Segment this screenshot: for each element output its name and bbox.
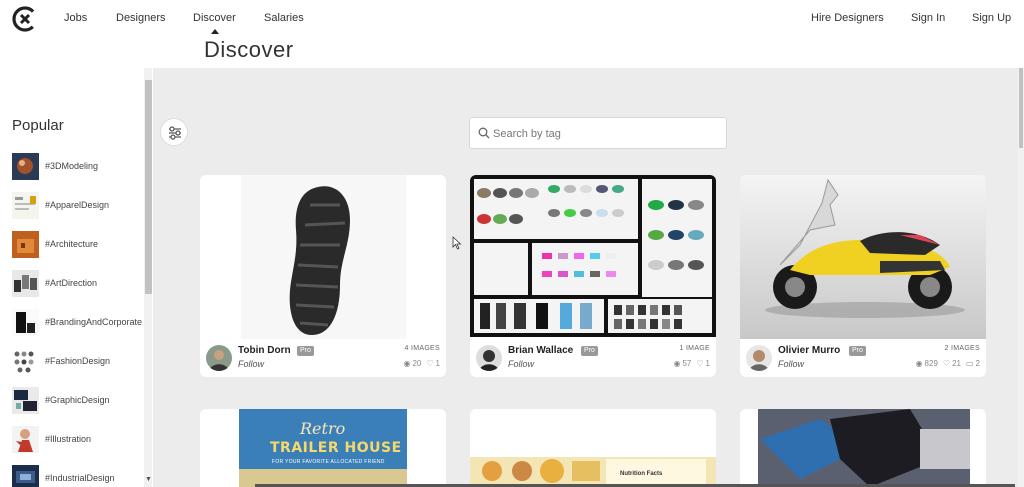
sidebar-item-artdirection[interactable]: #ArtDirection bbox=[12, 270, 148, 298]
tag-label: #IndustrialDesign bbox=[45, 473, 115, 483]
card-stats: ◉ 57 ♡ 1 bbox=[673, 359, 710, 368]
image-count: 1 IMAGE bbox=[679, 345, 710, 352]
main-scrollbar[interactable] bbox=[1018, 68, 1024, 487]
tag-thumbnail bbox=[12, 348, 39, 375]
search-input[interactable] bbox=[493, 125, 713, 143]
project-card[interactable]: Tobin Dorn Pro Follow 4 IMAGES ◉ 20 ♡ 1 bbox=[200, 175, 446, 377]
poster-title: TRAILER HOUSE bbox=[270, 440, 402, 456]
avatar[interactable] bbox=[476, 345, 502, 371]
project-image-caps-collage bbox=[470, 175, 716, 339]
search-box bbox=[469, 117, 727, 149]
nav-jobs[interactable]: Jobs bbox=[64, 12, 87, 24]
sidebar-item-fashiondesign[interactable]: #FashionDesign bbox=[12, 348, 148, 376]
avatar[interactable] bbox=[206, 345, 232, 371]
sidebar-item-brandingandcorporate[interactable]: #BrandingAndCorporate bbox=[12, 309, 148, 337]
nav-discover[interactable]: Discover bbox=[193, 12, 236, 24]
sidebar-item-industrialdesign[interactable]: #IndustrialDesign bbox=[12, 465, 148, 487]
avatar[interactable] bbox=[746, 345, 772, 371]
follow-link[interactable]: Follow bbox=[508, 359, 534, 369]
tag-label: #ArtDirection bbox=[45, 278, 98, 288]
nav-sign-in[interactable]: Sign In bbox=[911, 12, 945, 24]
like-count: 1 bbox=[435, 359, 440, 368]
project-image-shoe-sole bbox=[200, 175, 446, 339]
project-card[interactable]: Nutrition Facts bbox=[470, 409, 716, 487]
image-count: 4 IMAGES bbox=[404, 345, 440, 352]
tag-thumbnail bbox=[12, 309, 39, 336]
project-card[interactable]: Olivier Murro Pro Follow 2 IMAGES ◉ 829 ♡… bbox=[740, 175, 986, 377]
pro-badge: Pro bbox=[581, 346, 598, 356]
pro-badge: Pro bbox=[297, 346, 314, 356]
comment-icon[interactable]: ▭ bbox=[966, 359, 974, 368]
sidebar-item-appareldesign[interactable]: #ApparelDesign bbox=[12, 192, 148, 220]
tag-thumbnail bbox=[12, 192, 39, 219]
tag-label: #FashionDesign bbox=[45, 356, 111, 366]
tag-thumbnail bbox=[12, 387, 39, 414]
project-image-packaging-label bbox=[470, 409, 716, 487]
logo-icon[interactable] bbox=[12, 6, 38, 32]
eye-icon: ◉ bbox=[915, 359, 923, 368]
follow-link[interactable]: Follow bbox=[238, 359, 264, 369]
card-stats: ◉ 829 ♡ 21 ▭ 2 bbox=[916, 359, 980, 368]
tag-thumbnail bbox=[12, 231, 39, 258]
sidebar-scroll-thumb[interactable] bbox=[145, 80, 152, 294]
mouse-cursor-icon bbox=[452, 236, 462, 250]
tag-label: #GraphicDesign bbox=[45, 395, 110, 405]
poster-subtitle: FOR YOUR FAVORITE ALLOCATED FRIEND bbox=[272, 459, 385, 465]
tag-thumbnail bbox=[12, 426, 39, 453]
sidebar-title: Popular bbox=[12, 117, 64, 134]
nutrition-facts-label: Nutrition Facts bbox=[620, 471, 663, 477]
filter-sliders-icon bbox=[169, 126, 181, 140]
tag-thumbnail bbox=[12, 153, 39, 180]
image-count: 2 IMAGES bbox=[944, 345, 980, 352]
sidebar-item-3dmodeling[interactable]: #3DModeling bbox=[12, 153, 148, 181]
sidebar-item-architecture[interactable]: #Architecture bbox=[12, 231, 148, 259]
view-count: 829 bbox=[924, 359, 938, 368]
tag-thumbnail bbox=[12, 270, 39, 297]
search-icon bbox=[478, 127, 490, 139]
project-card[interactable] bbox=[740, 409, 986, 487]
view-count: 20 bbox=[412, 359, 422, 368]
nav-designers[interactable]: Designers bbox=[116, 12, 166, 24]
main-scroll-thumb[interactable] bbox=[1019, 68, 1023, 148]
top-nav: Jobs Designers Discover Salaries Hire De… bbox=[0, 0, 1024, 68]
sidebar-scrollbar[interactable]: ▼ bbox=[144, 68, 152, 487]
eye-icon: ◉ bbox=[673, 359, 681, 368]
tag-label: #Architecture bbox=[45, 239, 99, 249]
like-count: 1 bbox=[705, 359, 710, 368]
author-name[interactable]: Brian Wallace bbox=[508, 345, 573, 356]
eye-icon: ◉ bbox=[403, 359, 411, 368]
like-count: 21 bbox=[952, 359, 961, 368]
view-count: 57 bbox=[682, 359, 692, 368]
comment-count: 2 bbox=[975, 359, 980, 368]
author-name[interactable]: Olivier Murro bbox=[778, 345, 840, 356]
filter-button[interactable] bbox=[160, 118, 188, 146]
nav-hire-designers[interactable]: Hire Designers bbox=[811, 12, 884, 24]
active-nav-caret bbox=[211, 29, 219, 34]
poster-title-script: Retro bbox=[300, 419, 346, 438]
pro-badge: Pro bbox=[849, 346, 866, 356]
follow-link[interactable]: Follow bbox=[778, 359, 804, 369]
scroll-down-arrow-icon[interactable]: ▼ bbox=[145, 476, 152, 483]
sidebar: Popular #3DModeling #ApparelDesign #Arch… bbox=[0, 68, 152, 487]
heart-icon[interactable]: ♡ bbox=[943, 359, 950, 368]
tag-label: #3DModeling bbox=[45, 161, 99, 171]
project-image-motorcycle bbox=[740, 175, 986, 339]
author-name[interactable]: Tobin Dorn bbox=[238, 345, 291, 356]
heart-icon[interactable]: ♡ bbox=[426, 359, 433, 368]
tag-thumbnail bbox=[12, 465, 39, 487]
project-card[interactable]: Retro TRAILER HOUSE FOR YOUR FAVORITE AL… bbox=[200, 409, 446, 487]
project-image-dark-gear bbox=[740, 409, 986, 487]
page-title: Discover bbox=[204, 37, 294, 62]
sidebar-item-graphicdesign[interactable]: #GraphicDesign bbox=[12, 387, 148, 415]
heart-icon[interactable]: ♡ bbox=[696, 359, 703, 368]
sidebar-item-illustration[interactable]: #Illustration bbox=[12, 426, 148, 454]
card-stats: ◉ 20 ♡ 1 bbox=[403, 359, 440, 368]
tag-label: #BrandingAndCorporate bbox=[45, 317, 143, 327]
project-card[interactable]: Brian Wallace Pro Follow 1 IMAGE ◉ 57 ♡ 1 bbox=[470, 175, 716, 377]
nav-sign-up[interactable]: Sign Up bbox=[972, 12, 1011, 24]
nav-salaries[interactable]: Salaries bbox=[264, 12, 304, 24]
tag-label: #ApparelDesign bbox=[45, 200, 110, 210]
tag-label: #Illustration bbox=[45, 434, 92, 444]
